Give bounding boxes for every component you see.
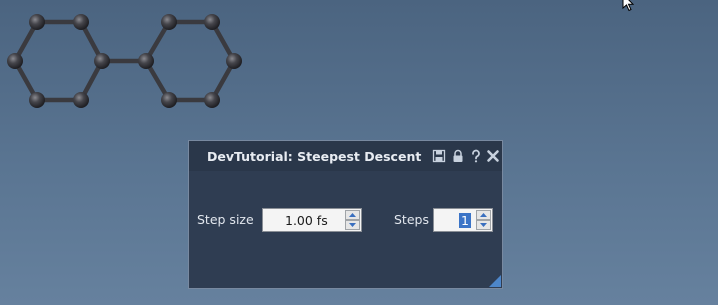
atom — [161, 92, 177, 108]
steps-increment-button[interactable] — [476, 210, 491, 220]
atom — [73, 92, 89, 108]
atom — [29, 92, 45, 108]
panel-title: DevTutorial: Steepest Descent — [207, 149, 422, 164]
step-size-value[interactable]: 1.00 fs — [285, 213, 328, 228]
lock-icon[interactable] — [451, 148, 465, 162]
atom — [226, 53, 242, 69]
molecule-model[interactable] — [0, 0, 260, 120]
atom — [7, 53, 23, 69]
step-size-increment-button[interactable] — [345, 210, 360, 220]
help-icon[interactable] — [469, 148, 483, 163]
resize-grip-icon[interactable] — [489, 275, 501, 287]
atom — [161, 14, 177, 30]
atom — [204, 14, 220, 30]
close-icon[interactable] — [486, 148, 500, 162]
steps-spinbox[interactable]: 1 — [433, 208, 493, 232]
atom — [94, 53, 110, 69]
atom — [73, 14, 89, 30]
atom — [204, 92, 220, 108]
steps-label: Steps — [394, 212, 429, 227]
bonds — [12, 19, 237, 103]
steepest-descent-panel[interactable]: DevTutorial: Steepest Descent Step size … — [188, 140, 503, 289]
step-size-decrement-button[interactable] — [345, 220, 360, 230]
atom — [138, 53, 154, 69]
panel-header[interactable]: DevTutorial: Steepest Descent — [189, 141, 502, 171]
step-size-label: Step size — [197, 212, 254, 227]
3d-viewport[interactable]: DevTutorial: Steepest Descent Step size … — [0, 0, 718, 305]
step-size-spinbox[interactable]: 1.00 fs — [262, 208, 362, 232]
save-icon[interactable] — [432, 148, 446, 163]
mouse-cursor-icon — [622, 0, 635, 12]
steps-decrement-button[interactable] — [476, 220, 491, 230]
atom — [29, 14, 45, 30]
steps-value[interactable]: 1 — [459, 213, 471, 228]
steps-spin-buttons[interactable] — [476, 210, 491, 230]
step-size-spin-buttons[interactable] — [345, 210, 360, 230]
